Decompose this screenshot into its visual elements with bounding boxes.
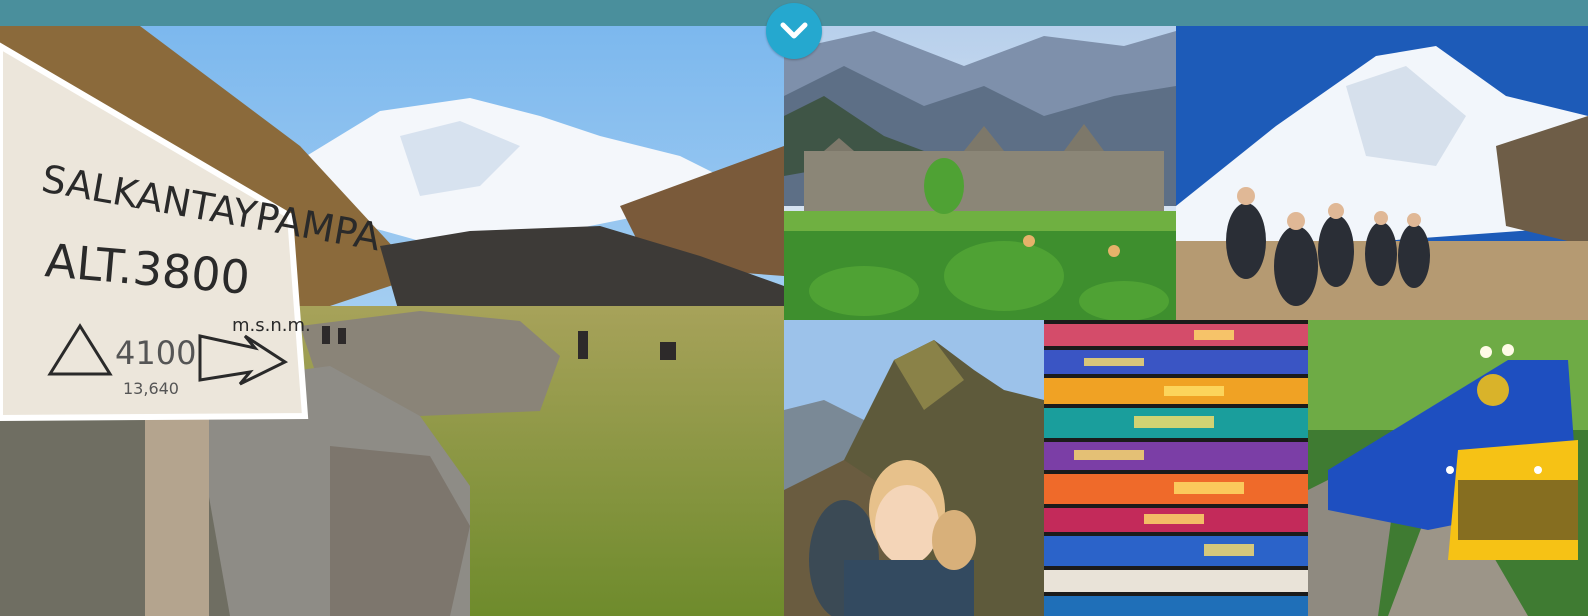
expand-toggle-button[interactable]	[766, 3, 822, 59]
sign-line-4: 13,640	[123, 379, 179, 398]
photo-hikers-group[interactable]	[1176, 26, 1588, 320]
sign-line-2-unit: m.s.n.m.	[232, 315, 311, 336]
photo-woven-textiles[interactable]	[1044, 320, 1308, 616]
photo-huayna-picchu-traveler[interactable]	[784, 320, 1044, 616]
sign-line-3: 4100	[115, 334, 196, 372]
photo-salkantay-trek[interactable]: SALKANTAYPAMPA ALT.3800 m.s.n.m. 4100 13…	[0, 26, 784, 616]
photo-peru-rail-train[interactable]	[1308, 320, 1588, 616]
chevron-down-icon	[780, 22, 808, 39]
photo-machu-picchu-ruins[interactable]	[784, 26, 1176, 320]
